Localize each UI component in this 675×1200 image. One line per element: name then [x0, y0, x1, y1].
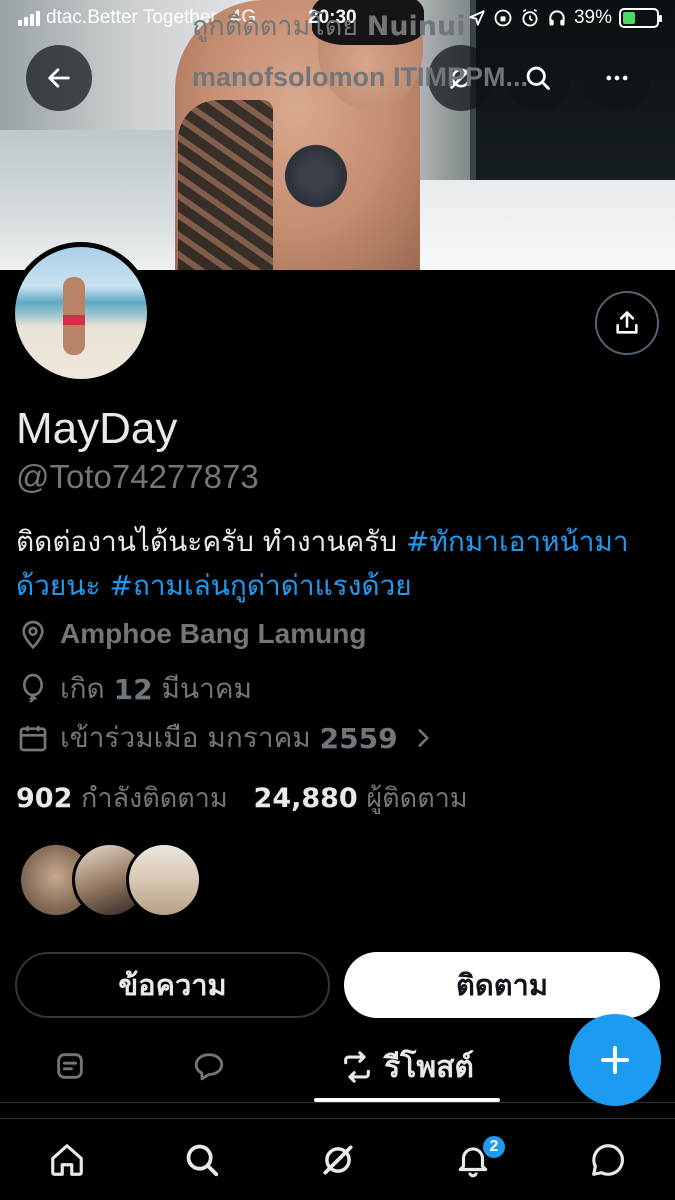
share-button[interactable] [595, 291, 659, 355]
followed-by-name: Nuinui [366, 11, 466, 42]
search-icon [186, 1144, 219, 1177]
arrow-left-icon [48, 68, 70, 88]
tab-replies[interactable] [189, 1046, 229, 1086]
avatar[interactable] [10, 242, 152, 384]
followers-count: 24,880 [253, 783, 358, 814]
following-count: 902 [16, 783, 73, 814]
chevron-right-icon [418, 729, 429, 747]
followers-link[interactable]: 24,880 ผู้ติดตาม [254, 783, 468, 814]
bio-hashtag[interactable]: #ถามเล่นกูด่าด่าแรงด้วย [109, 569, 411, 602]
profile-bio: ติดต่องานได้นะครับ ทำงานครับ #ทักมาเอาหน… [16, 520, 666, 608]
follow-counts: 902 กำลังติดตาม 24,880 ผู้ติดตาม [16, 776, 468, 819]
compose-button[interactable] [569, 1014, 661, 1106]
display-name: MayDay [16, 404, 178, 453]
joined-row[interactable]: เข้าร่วมเมือ มกราคม 2559 [16, 716, 436, 760]
grok-icon [323, 1145, 353, 1175]
followers-label: ผู้ติดตาม [366, 783, 468, 814]
birth-day: 12 [113, 672, 153, 706]
bio-text: ติดต่องานได้นะครับ ทำงานครับ [16, 525, 406, 558]
birth-label: เกิด [60, 672, 105, 705]
tab-divider [0, 1102, 675, 1103]
location-text: Amphoe Bang Lamung [60, 618, 367, 649]
follower-avatar [126, 842, 202, 918]
message-button[interactable]: ข้อความ [15, 952, 330, 1018]
user-handle: @Toto74277873 [16, 458, 259, 495]
location-pin-icon [16, 617, 50, 651]
follow-button[interactable]: ติดตาม [344, 952, 660, 1018]
following-link[interactable]: 902 กำลังติดตาม [16, 783, 228, 814]
joined-year: 2559 [319, 721, 398, 755]
back-button[interactable] [26, 45, 92, 111]
nav-grok[interactable] [317, 1139, 359, 1181]
home-icon [51, 1144, 83, 1176]
balloon-icon [16, 672, 50, 706]
birth-month: มีนาคม [161, 672, 253, 705]
repost-icon [344, 1051, 370, 1083]
joined-label: เข้าร่วมเมือ มกราคม [60, 721, 311, 754]
chat-icon [592, 1144, 624, 1176]
posts-icon [57, 1053, 83, 1079]
banner-tattoo [178, 100, 273, 270]
signal-icon [18, 10, 40, 26]
followed-by-more: manofsolomon ITIMPPM... [192, 62, 528, 92]
avatar-swimwear [63, 315, 85, 325]
bottom-nav [0, 1118, 675, 1200]
tab-reposts-label: รีโพสต์ [384, 1049, 474, 1085]
banner-chest-tattoo [280, 140, 352, 212]
birthday-row: เกิด 12 มีนาคม [16, 667, 252, 711]
nav-home[interactable] [46, 1139, 88, 1181]
plus-icon [601, 1046, 629, 1074]
nav-messages[interactable] [587, 1139, 629, 1181]
followed-by-text[interactable]: ถูกติดตามโดย Nuinui manofsolomon ITIMPPM… [192, 2, 632, 103]
following-label: กำลังติดตาม [80, 783, 228, 814]
followed-by-section[interactable] [18, 842, 202, 918]
nav-search[interactable] [181, 1139, 223, 1181]
notification-badge: 2 [481, 1134, 507, 1160]
tab-reposts[interactable]: รีโพสต์ [314, 1032, 500, 1102]
share-icon [616, 311, 638, 334]
location-row: Amphoe Bang Lamung [16, 617, 366, 651]
calendar-icon [16, 721, 50, 755]
reply-icon [194, 1053, 224, 1081]
tab-posts[interactable] [50, 1046, 90, 1086]
followed-by-label: ถูกติดตามโดย [192, 11, 359, 42]
